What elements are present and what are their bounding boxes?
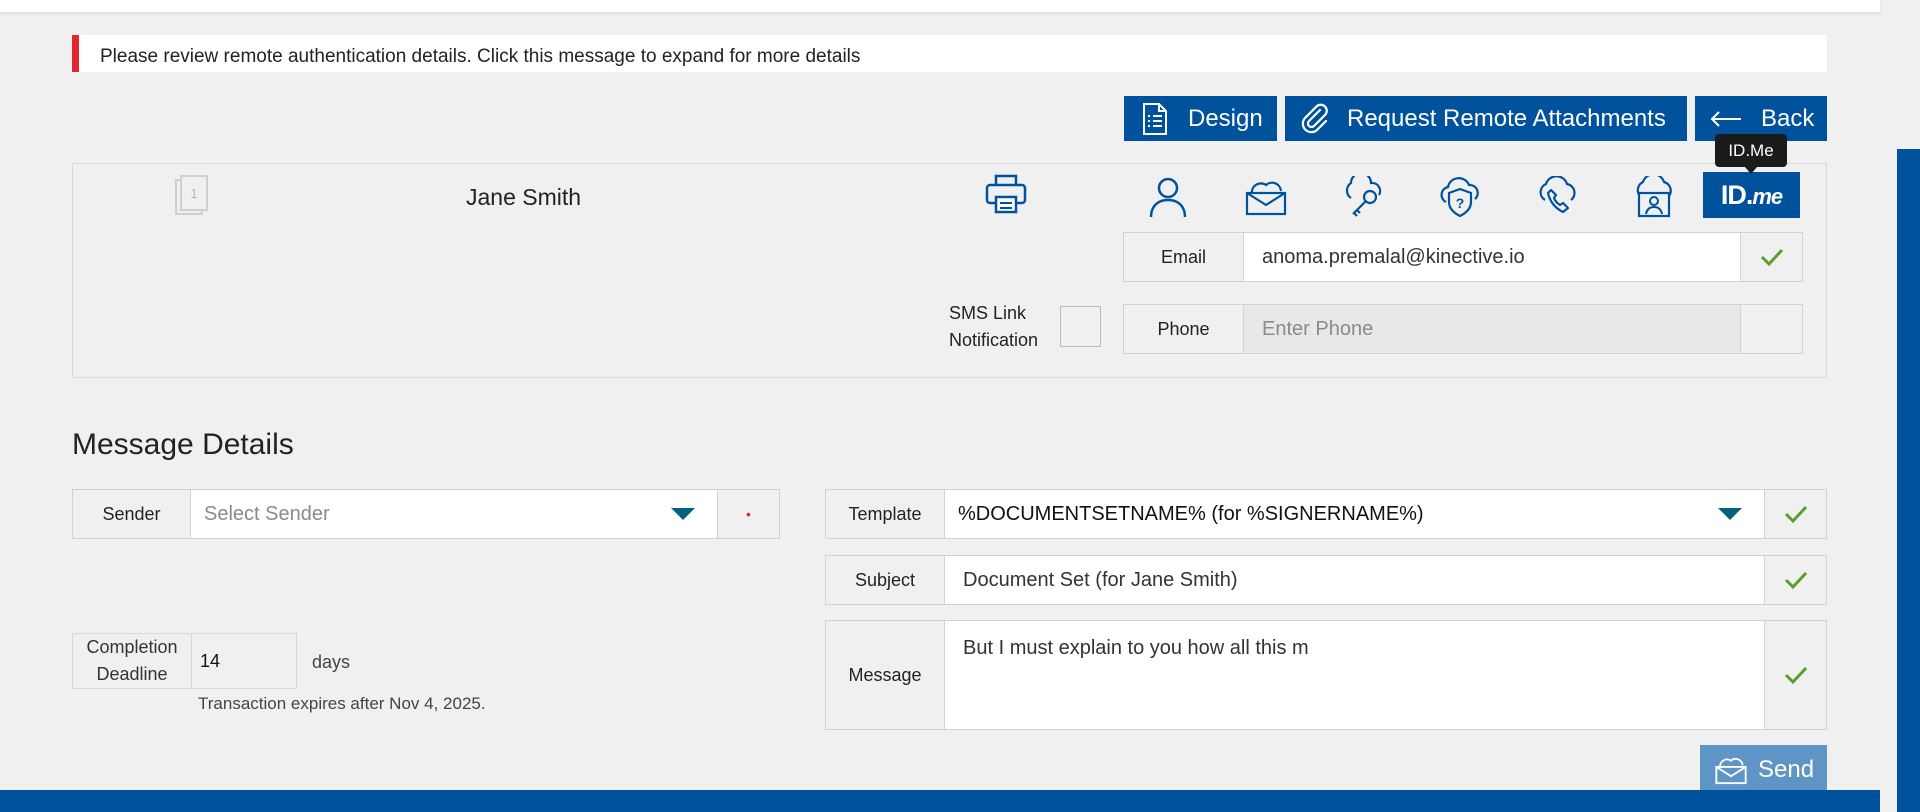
subject-field-row: Subject Document Set (for Jane Smith) bbox=[825, 555, 1827, 605]
auth-method-security-question[interactable]: ? bbox=[1431, 176, 1489, 218]
alert-message: Please review remote authentication deta… bbox=[100, 46, 861, 67]
email-field[interactable]: anoma.premalal@kinective.io bbox=[1244, 233, 1740, 281]
id-card-cloud-icon bbox=[1636, 176, 1672, 218]
sms-link-notification-checkbox[interactable] bbox=[1060, 306, 1101, 347]
email-cloud-icon bbox=[1715, 758, 1747, 785]
request-remote-attachments-label: Request Remote Attachments bbox=[1347, 104, 1666, 132]
auth-method-key[interactable] bbox=[1334, 176, 1392, 218]
chevron-down-icon[interactable] bbox=[1718, 508, 1742, 520]
phone-status bbox=[1740, 305, 1802, 353]
idme-tooltip: ID.Me bbox=[1715, 134, 1787, 174]
template-field-row: Template %DOCUMENTSETNAME% (for %SIGNERN… bbox=[825, 489, 1827, 539]
arrow-left-icon bbox=[1710, 110, 1741, 127]
message-field-row: Message But I must explain to you how al… bbox=[825, 620, 1827, 730]
document-count: 1 bbox=[190, 186, 197, 201]
sender-field-row: Sender Select Sender • bbox=[72, 489, 780, 539]
user-icon bbox=[1149, 177, 1187, 218]
check-icon bbox=[1760, 248, 1783, 266]
template-select[interactable]: %DOCUMENTSETNAME% (for %SIGNERNAME%) bbox=[945, 490, 1764, 538]
deadline-unit: days bbox=[312, 652, 351, 672]
idme-logo: ID.me bbox=[1720, 179, 1783, 211]
idme-logo-text: ID. bbox=[1720, 179, 1754, 210]
sms-link-notification-label: SMS Link Notification bbox=[949, 303, 1039, 350]
email-label: Email bbox=[1124, 233, 1244, 281]
template-value: %DOCUMENTSETNAME% (for %SIGNERNAME%) bbox=[958, 502, 1424, 525]
paperclip-icon bbox=[1301, 103, 1328, 133]
completion-deadline-label: Completion Deadline bbox=[72, 633, 192, 689]
back-button-label: Back bbox=[1761, 104, 1815, 132]
message-details-title: Message Details bbox=[72, 428, 294, 461]
key-cloud-icon bbox=[1345, 176, 1382, 217]
idme-logo-suffix: me bbox=[1752, 183, 1783, 209]
sender-label: Sender bbox=[73, 490, 191, 538]
email-status bbox=[1740, 233, 1802, 281]
question-shield-cloud-icon: ? bbox=[1440, 177, 1479, 218]
subject-field[interactable]: Document Set (for Jane Smith) bbox=[945, 556, 1764, 604]
document-list-icon bbox=[1143, 102, 1167, 135]
design-button-label: Design bbox=[1188, 104, 1263, 132]
message-textarea[interactable]: But I must explain to you how all this m bbox=[945, 621, 1764, 729]
sender-select[interactable]: Select Sender bbox=[191, 490, 717, 538]
check-icon bbox=[1784, 505, 1807, 523]
phone-field[interactable]: Enter Phone bbox=[1244, 305, 1740, 353]
auth-method-email[interactable] bbox=[1237, 176, 1295, 218]
sender-placeholder: Select Sender bbox=[204, 502, 330, 525]
top-bar bbox=[0, 0, 1880, 12]
subject-status bbox=[1764, 556, 1826, 604]
send-button[interactable]: Send bbox=[1700, 745, 1827, 795]
svg-text:?: ? bbox=[1456, 195, 1465, 211]
sender-required-status: • bbox=[717, 490, 779, 538]
completion-deadline-input[interactable]: 14 bbox=[192, 633, 297, 689]
request-remote-attachments-button[interactable]: Request Remote Attachments bbox=[1285, 96, 1687, 141]
auth-method-phone[interactable] bbox=[1528, 176, 1586, 218]
required-indicator: • bbox=[746, 506, 751, 522]
template-status bbox=[1764, 490, 1826, 538]
subject-label: Subject bbox=[826, 556, 945, 604]
send-button-label: Send bbox=[1758, 756, 1815, 783]
auth-method-user[interactable] bbox=[1139, 176, 1197, 218]
document-stack-icon: 1 bbox=[175, 175, 208, 215]
expiry-note: Transaction expires after Nov 4, 2025. bbox=[198, 694, 486, 713]
phone-label: Phone bbox=[1124, 305, 1244, 353]
scrollbar[interactable] bbox=[1897, 149, 1920, 812]
footer-bar bbox=[0, 790, 1880, 812]
email-field-row: Email anoma.premalal@kinective.io bbox=[1123, 232, 1803, 282]
message-status bbox=[1764, 621, 1826, 729]
check-icon bbox=[1784, 571, 1807, 589]
phone-cloud-icon bbox=[1539, 176, 1576, 214]
auth-review-alert[interactable]: Please review remote authentication deta… bbox=[72, 35, 1827, 72]
template-label: Template bbox=[826, 490, 945, 538]
email-cloud-icon bbox=[1245, 181, 1287, 216]
printer-icon[interactable] bbox=[985, 174, 1027, 214]
chevron-down-icon[interactable] bbox=[671, 508, 695, 520]
check-icon bbox=[1784, 666, 1807, 684]
signer-name: Jane Smith bbox=[466, 184, 582, 210]
design-button[interactable]: Design bbox=[1124, 96, 1277, 141]
phone-field-row: Phone Enter Phone bbox=[1123, 304, 1803, 354]
auth-method-id-card[interactable] bbox=[1625, 176, 1683, 218]
auth-method-idme[interactable]: ID.me bbox=[1703, 172, 1800, 218]
message-label: Message bbox=[826, 621, 945, 729]
